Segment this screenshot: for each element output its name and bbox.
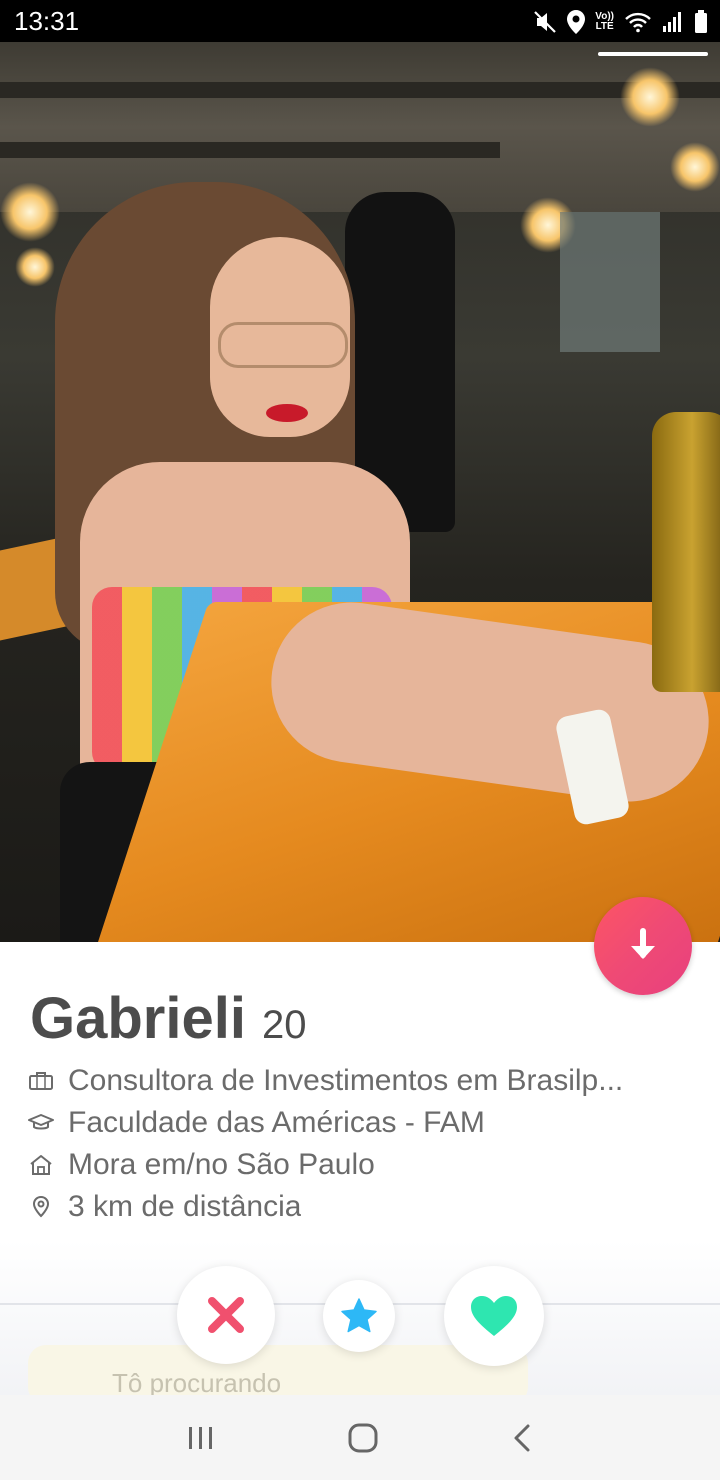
distance-row: 3 km de distância (28, 1186, 698, 1228)
briefcase-icon (29, 1072, 53, 1090)
heart-icon (471, 1296, 517, 1336)
photo-ceiling (0, 42, 720, 212)
location-pin-icon (32, 1195, 50, 1218)
profile-age: 20 (261, 1003, 307, 1047)
job-row: Consultora de Investimentos em Brasilp..… (28, 1060, 698, 1102)
lives-in-text: Mora em/no São Paulo (68, 1148, 375, 1181)
like-button[interactable] (444, 1266, 544, 1366)
graduation-cap-icon (28, 1114, 54, 1130)
photo-lips (266, 404, 308, 422)
volte-icon: Vo)) LTE (595, 12, 614, 32)
photo-bottle (652, 412, 720, 692)
photo-glasses (218, 322, 348, 368)
status-bar: 13:31 Vo)) LTE (0, 0, 720, 42)
school-text: Faculdade das Américas - FAM (68, 1106, 485, 1139)
photo-light (620, 67, 680, 127)
home-icon[interactable] (348, 1423, 378, 1453)
photo-light (670, 142, 720, 192)
location-icon (567, 10, 586, 34)
distance-text: 3 km de distância (68, 1190, 302, 1223)
status-icons: Vo)) LTE (533, 8, 708, 36)
photo-beam (0, 82, 720, 98)
profile-header: Gabrieli 20 (30, 985, 306, 1052)
lives-in-row: Mora em/no São Paulo (28, 1144, 698, 1186)
open-profile-button[interactable] (594, 897, 692, 995)
profile-info-list: Consultora de Investimentos em Brasilp..… (28, 1060, 698, 1228)
profile-photo[interactable] (0, 42, 720, 942)
back-icon[interactable] (511, 1423, 533, 1453)
house-icon (30, 1155, 52, 1175)
job-text: Consultora de Investimentos em Brasilp..… (68, 1064, 624, 1097)
photo-light (15, 247, 55, 287)
recent-apps-icon[interactable] (187, 1425, 215, 1451)
battery-icon (695, 10, 707, 33)
star-icon (341, 1298, 377, 1333)
super-like-button[interactable] (323, 1280, 395, 1352)
system-nav-bar (0, 1395, 720, 1480)
school-row: Faculdade das Américas - FAM (28, 1102, 698, 1144)
status-time: 13:31 (14, 6, 80, 36)
close-icon (208, 1297, 244, 1333)
arrow-down-icon (631, 928, 655, 959)
mute-icon (534, 11, 557, 33)
profile-name: Gabrieli (30, 986, 246, 1051)
photo-beam (0, 142, 500, 158)
photo-light (0, 182, 60, 242)
volte-label-bottom: LTE (595, 21, 614, 32)
photo-window (560, 212, 660, 352)
nope-button[interactable] (177, 1266, 275, 1364)
photo-page-indicator (598, 52, 708, 56)
wifi-icon (625, 12, 651, 33)
signal-icon (663, 12, 681, 32)
